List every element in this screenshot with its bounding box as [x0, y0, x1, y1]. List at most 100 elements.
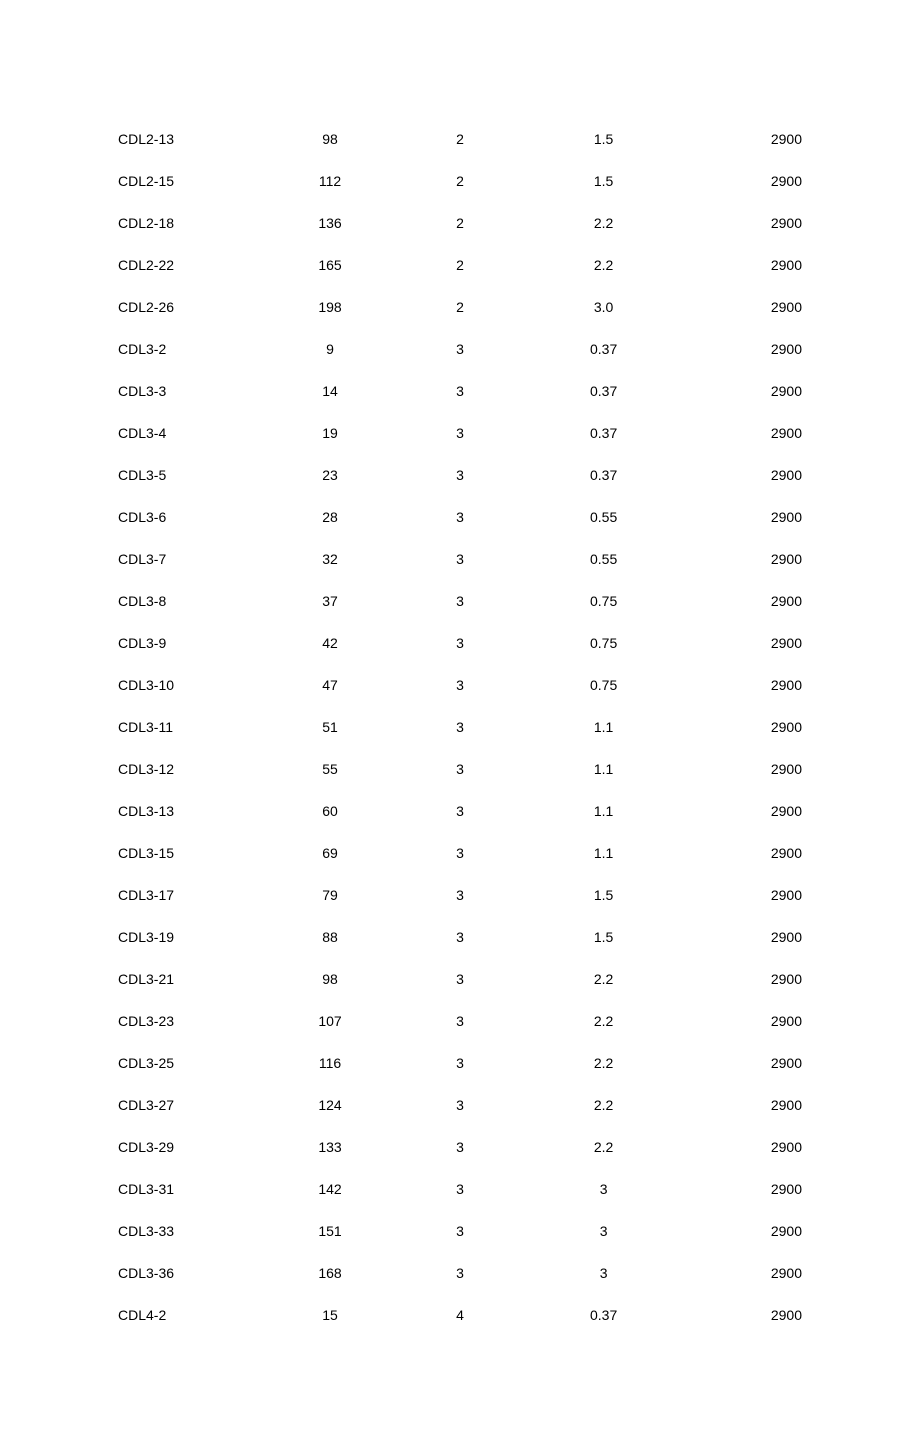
cell-flow: 3 — [392, 790, 529, 832]
cell-head: 15 — [268, 1294, 391, 1336]
cell-head: 42 — [268, 622, 391, 664]
table-row: CDL3-73230.552900 — [118, 538, 802, 580]
cell-model: CDL4-2 — [118, 1294, 268, 1336]
cell-power: 0.37 — [528, 328, 678, 370]
table-row: CDL3-62830.552900 — [118, 496, 802, 538]
cell-flow: 2 — [392, 202, 529, 244]
cell-speed: 2900 — [679, 244, 802, 286]
cell-model: CDL3-10 — [118, 664, 268, 706]
cell-speed: 2900 — [679, 1042, 802, 1084]
cell-power: 3.0 — [528, 286, 678, 328]
cell-flow: 3 — [392, 832, 529, 874]
cell-head: 198 — [268, 286, 391, 328]
cell-flow: 4 — [392, 1294, 529, 1336]
cell-speed: 2900 — [679, 874, 802, 916]
cell-power: 1.5 — [528, 118, 678, 160]
cell-power: 0.75 — [528, 664, 678, 706]
cell-model: CDL3-15 — [118, 832, 268, 874]
cell-head: 55 — [268, 748, 391, 790]
cell-power: 1.5 — [528, 874, 678, 916]
cell-model: CDL3-9 — [118, 622, 268, 664]
table-row: CDL3-31142332900 — [118, 1168, 802, 1210]
cell-speed: 2900 — [679, 580, 802, 622]
cell-head: 168 — [268, 1252, 391, 1294]
cell-flow: 3 — [392, 1000, 529, 1042]
cell-model: CDL2-22 — [118, 244, 268, 286]
cell-head: 142 — [268, 1168, 391, 1210]
cell-model: CDL3-23 — [118, 1000, 268, 1042]
cell-head: 98 — [268, 958, 391, 1000]
cell-power: 1.5 — [528, 916, 678, 958]
table-row: CDL2-1511221.52900 — [118, 160, 802, 202]
cell-flow: 3 — [392, 622, 529, 664]
table-row: CDL3-104730.752900 — [118, 664, 802, 706]
cell-speed: 2900 — [679, 412, 802, 454]
table-row: CDL3-33151332900 — [118, 1210, 802, 1252]
cell-power: 2.2 — [528, 958, 678, 1000]
cell-head: 112 — [268, 160, 391, 202]
cell-speed: 2900 — [679, 664, 802, 706]
table-row: CDL3-52330.372900 — [118, 454, 802, 496]
cell-power: 0.55 — [528, 538, 678, 580]
cell-speed: 2900 — [679, 538, 802, 580]
cell-flow: 3 — [392, 748, 529, 790]
cell-model: CDL3-33 — [118, 1210, 268, 1252]
cell-speed: 2900 — [679, 1000, 802, 1042]
cell-model: CDL3-19 — [118, 916, 268, 958]
cell-speed: 2900 — [679, 286, 802, 328]
cell-speed: 2900 — [679, 1252, 802, 1294]
cell-power: 2.2 — [528, 1000, 678, 1042]
cell-head: 151 — [268, 1210, 391, 1252]
cell-model: CDL3-6 — [118, 496, 268, 538]
cell-power: 0.55 — [528, 496, 678, 538]
cell-power: 1.1 — [528, 790, 678, 832]
cell-power: 0.37 — [528, 412, 678, 454]
cell-flow: 3 — [392, 1126, 529, 1168]
cell-speed: 2900 — [679, 1210, 802, 1252]
table-row: CDL3-177931.52900 — [118, 874, 802, 916]
cell-head: 32 — [268, 538, 391, 580]
cell-head: 79 — [268, 874, 391, 916]
cell-speed: 2900 — [679, 706, 802, 748]
cell-speed: 2900 — [679, 496, 802, 538]
table-row: CDL2-1813622.22900 — [118, 202, 802, 244]
cell-model: CDL2-18 — [118, 202, 268, 244]
cell-flow: 3 — [392, 1210, 529, 1252]
cell-model: CDL3-11 — [118, 706, 268, 748]
table-row: CDL3-219832.22900 — [118, 958, 802, 1000]
cell-power: 3 — [528, 1168, 678, 1210]
cell-model: CDL2-15 — [118, 160, 268, 202]
cell-model: CDL3-8 — [118, 580, 268, 622]
cell-model: CDL2-26 — [118, 286, 268, 328]
cell-head: 136 — [268, 202, 391, 244]
cell-speed: 2900 — [679, 370, 802, 412]
cell-power: 0.37 — [528, 1294, 678, 1336]
cell-model: CDL3-31 — [118, 1168, 268, 1210]
cell-flow: 3 — [392, 1252, 529, 1294]
cell-flow: 3 — [392, 496, 529, 538]
table-row: CDL2-139821.52900 — [118, 118, 802, 160]
cell-head: 124 — [268, 1084, 391, 1126]
cell-flow: 3 — [392, 664, 529, 706]
cell-flow: 3 — [392, 916, 529, 958]
cell-head: 9 — [268, 328, 391, 370]
cell-speed: 2900 — [679, 748, 802, 790]
cell-head: 28 — [268, 496, 391, 538]
cell-model: CDL3-36 — [118, 1252, 268, 1294]
cell-power: 0.37 — [528, 454, 678, 496]
cell-power: 0.37 — [528, 370, 678, 412]
table-row: CDL3-125531.12900 — [118, 748, 802, 790]
cell-flow: 3 — [392, 1168, 529, 1210]
cell-head: 116 — [268, 1042, 391, 1084]
table-row: CDL3-2930.372900 — [118, 328, 802, 370]
cell-speed: 2900 — [679, 1084, 802, 1126]
cell-head: 69 — [268, 832, 391, 874]
cell-flow: 2 — [392, 118, 529, 160]
cell-model: CDL3-17 — [118, 874, 268, 916]
cell-model: CDL3-12 — [118, 748, 268, 790]
cell-model: CDL3-3 — [118, 370, 268, 412]
cell-model: CDL3-13 — [118, 790, 268, 832]
table-row: CDL3-41930.372900 — [118, 412, 802, 454]
cell-model: CDL3-5 — [118, 454, 268, 496]
cell-head: 14 — [268, 370, 391, 412]
